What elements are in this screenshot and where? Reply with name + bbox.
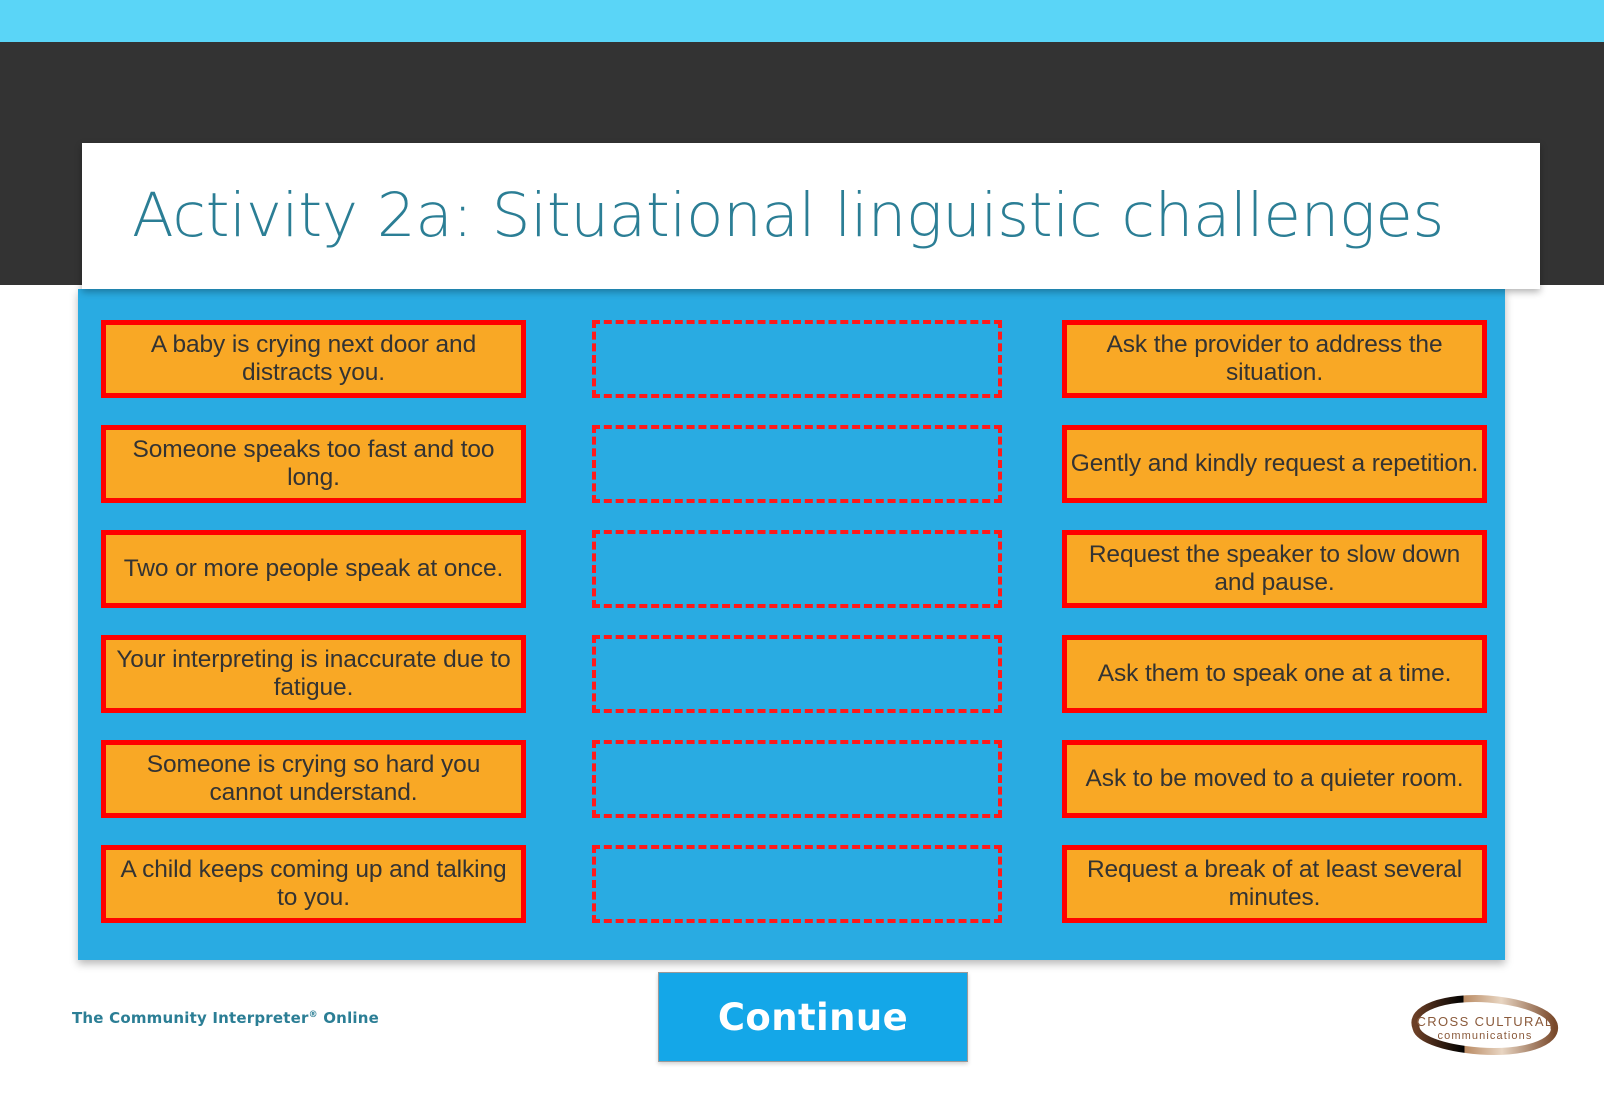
course-brand-prefix: The Community Interpreter [72, 1009, 309, 1027]
strategy-card-body[interactable]: Ask to be moved to a quieter room. [1062, 740, 1487, 818]
challenge-card-label: A baby is crying next door and distracts… [150, 330, 477, 386]
strategy-card-3[interactable]: Request the speaker to slow down and pau… [1062, 530, 1487, 608]
challenge-card-body[interactable]: Two or more people speak at once. [101, 530, 526, 608]
strategy-card-label: Ask to be moved to a quieter room. [1085, 764, 1464, 792]
course-brand-label: The Community Interpreter® Online [72, 1009, 379, 1027]
strategy-card-5[interactable]: Ask to be moved to a quieter room. [1062, 740, 1487, 818]
challenge-card-body[interactable]: Someone is crying so hard you cannot und… [101, 740, 526, 818]
matching-row: Two or more people speak at once. Reques… [78, 530, 1505, 608]
cross-cultural-communications-logo: CROSS CULTURAL communications [1392, 988, 1578, 1062]
strategy-card-label: Ask the provider to address the situatio… [1106, 330, 1443, 386]
challenge-card-label: A child keeps coming up and talking to y… [120, 855, 507, 911]
matching-row: A baby is crying next door and distracts… [78, 320, 1505, 398]
dropzone-body[interactable] [592, 740, 1002, 818]
strategy-card-6[interactable]: Request a break of at least several minu… [1062, 845, 1487, 923]
challenge-card-body[interactable]: Someone speaks too fast and too long. [101, 425, 526, 503]
dropzone-body[interactable] [592, 320, 1002, 398]
challenge-card-1[interactable]: A baby is crying next door and distracts… [101, 320, 526, 398]
registered-mark-icon: ® [308, 1010, 318, 1020]
matching-row: A child keeps coming up and talking to y… [78, 845, 1505, 923]
dropzone-body[interactable] [592, 635, 1002, 713]
strategy-card-label: Request the speaker to slow down and pau… [1088, 540, 1461, 596]
continue-button-label: Continue [717, 995, 909, 1039]
challenge-card-label: Someone is crying so hard you cannot und… [146, 750, 481, 806]
matching-row: Someone is crying so hard you cannot und… [78, 740, 1505, 818]
strategy-card-label: Ask them to speak one at a time. [1097, 659, 1452, 687]
logo-line1: CROSS CULTURAL [1416, 1014, 1553, 1029]
challenge-card-5[interactable]: Someone is crying so hard you cannot und… [101, 740, 526, 818]
challenge-card-label: Two or more people speak at once. [123, 554, 504, 582]
strategy-card-1[interactable]: Ask the provider to address the situatio… [1062, 320, 1487, 398]
challenge-card-body[interactable]: A baby is crying next door and distracts… [101, 320, 526, 398]
dropzone-6[interactable] [592, 845, 1002, 923]
strategy-card-body[interactable]: Gently and kindly request a repetition. [1062, 425, 1487, 503]
challenge-card-body[interactable]: A child keeps coming up and talking to y… [101, 845, 526, 923]
dropzone-body[interactable] [592, 845, 1002, 923]
strategy-card-4[interactable]: Ask them to speak one at a time. [1062, 635, 1487, 713]
challenge-card-body[interactable]: Your interpreting is inaccurate due to f… [101, 635, 526, 713]
strategy-card-label: Gently and kindly request a repetition. [1070, 449, 1479, 477]
continue-button[interactable]: Continue [658, 972, 968, 1062]
dropzone-2[interactable] [592, 425, 1002, 503]
challenge-card-2[interactable]: Someone speaks too fast and too long. [101, 425, 526, 503]
challenge-card-3[interactable]: Two or more people speak at once. [101, 530, 526, 608]
challenge-card-6[interactable]: A child keeps coming up and talking to y… [101, 845, 526, 923]
strategy-card-body[interactable]: Request the speaker to slow down and pau… [1062, 530, 1487, 608]
matching-grid: A baby is crying next door and distracts… [78, 289, 1505, 960]
strategy-card-body[interactable]: Ask them to speak one at a time. [1062, 635, 1487, 713]
slide-stage: Activity 2a: Situational linguistic chal… [0, 0, 1604, 1103]
matching-row: Your interpreting is inaccurate due to f… [78, 635, 1505, 713]
challenge-card-label: Your interpreting is inaccurate due to f… [116, 645, 511, 701]
dropzone-3[interactable] [592, 530, 1002, 608]
activity-panel: A baby is crying next door and distracts… [78, 289, 1505, 960]
title-card: Activity 2a: Situational linguistic chal… [82, 143, 1540, 289]
dropzone-1[interactable] [592, 320, 1002, 398]
strategy-card-label: Request a break of at least several minu… [1086, 855, 1463, 911]
strategy-card-body[interactable]: Ask the provider to address the situatio… [1062, 320, 1487, 398]
challenge-card-label: Someone speaks too fast and too long. [132, 435, 495, 491]
dropzone-body[interactable] [592, 425, 1002, 503]
strategy-card-body[interactable]: Request a break of at least several minu… [1062, 845, 1487, 923]
dropzone-4[interactable] [592, 635, 1002, 713]
course-brand-suffix: Online [317, 1009, 380, 1027]
matching-row: Someone speaks too fast and too long. Ge… [78, 425, 1505, 503]
top-accent-strip [0, 0, 1604, 42]
logo-line2: communications [1438, 1030, 1533, 1042]
challenge-card-4[interactable]: Your interpreting is inaccurate due to f… [101, 635, 526, 713]
dropzone-body[interactable] [592, 530, 1002, 608]
logo-svg: CROSS CULTURAL communications [1411, 995, 1559, 1055]
dropzone-5[interactable] [592, 740, 1002, 818]
strategy-card-2[interactable]: Gently and kindly request a repetition. [1062, 425, 1487, 503]
page-title: Activity 2a: Situational linguistic chal… [132, 179, 1444, 251]
